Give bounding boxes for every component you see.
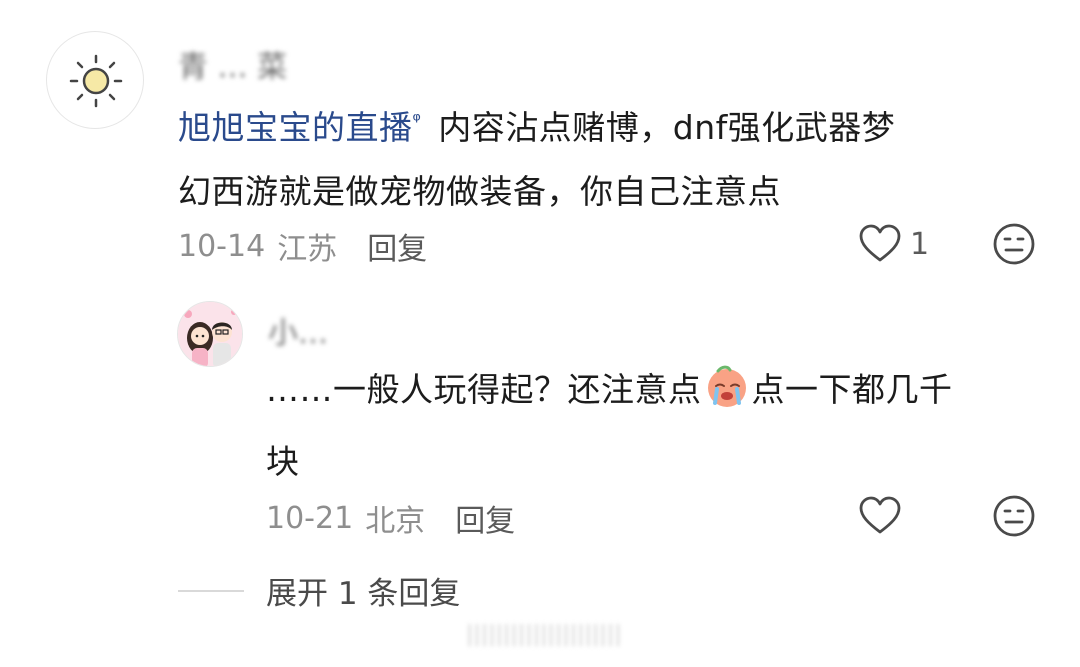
comment-text-line1b: 点一下都几千 <box>751 370 953 409</box>
neutral-face-icon <box>993 223 1035 265</box>
comment-text-line1: ……一般人玩得起？还注意点 <box>266 370 702 409</box>
expand-replies-label: 展开 1 条回复 <box>266 576 461 612</box>
comment-location: 北京 <box>365 504 426 539</box>
comment-text: ……一般人玩得起？还注意点 点一下都几千 块 <box>266 358 1046 494</box>
comment-location: 江苏 <box>277 232 338 267</box>
dislike-button[interactable] <box>992 494 1036 538</box>
comment-meta: 10-14 江苏 回复 <box>178 224 427 268</box>
like-button[interactable]: 1 <box>858 224 929 264</box>
couple-avatar-icon <box>178 302 242 366</box>
comment-meta: 10-21 北京 回复 <box>266 496 515 540</box>
like-button[interactable] <box>858 496 902 536</box>
expand-replies-button[interactable]: 展开 1 条回复 <box>178 568 460 613</box>
avatar[interactable] <box>177 301 243 367</box>
username[interactable]: 青 … 菜 <box>178 42 287 86</box>
comment-text-line1: 内容沾点赌博，dnf强化武器梦 <box>427 108 896 147</box>
heart-icon <box>859 224 901 262</box>
like-count: 1 <box>910 226 930 262</box>
comment-text: 旭旭宝宝的直播ᵠ 内容沾点赌博，dnf强化武器梦 幻西游就是做宠物做装备，你自己… <box>178 88 1038 224</box>
watermark: ||||||||||||||||||||| <box>466 622 622 647</box>
sun-icon <box>69 54 123 108</box>
search-icon[interactable]: ᵠ <box>413 108 422 132</box>
crying-emoji-icon <box>704 363 750 430</box>
mention-link[interactable]: 旭旭宝宝的直播 <box>178 108 413 147</box>
comment-text-line2: 块 <box>266 442 300 481</box>
divider <box>178 589 244 592</box>
comment-date: 10-21 <box>266 500 354 536</box>
neutral-face-icon <box>993 495 1035 537</box>
username[interactable]: 小… <box>268 308 328 352</box>
avatar[interactable] <box>46 31 144 129</box>
reply-button[interactable]: 回复 <box>367 224 427 268</box>
heart-icon <box>859 496 901 534</box>
comment-text-line2: 幻西游就是做宠物做装备，你自己注意点 <box>178 172 781 211</box>
comment-date: 10-14 <box>178 228 266 264</box>
dislike-button[interactable] <box>992 222 1036 266</box>
reply-button[interactable]: 回复 <box>455 496 515 540</box>
